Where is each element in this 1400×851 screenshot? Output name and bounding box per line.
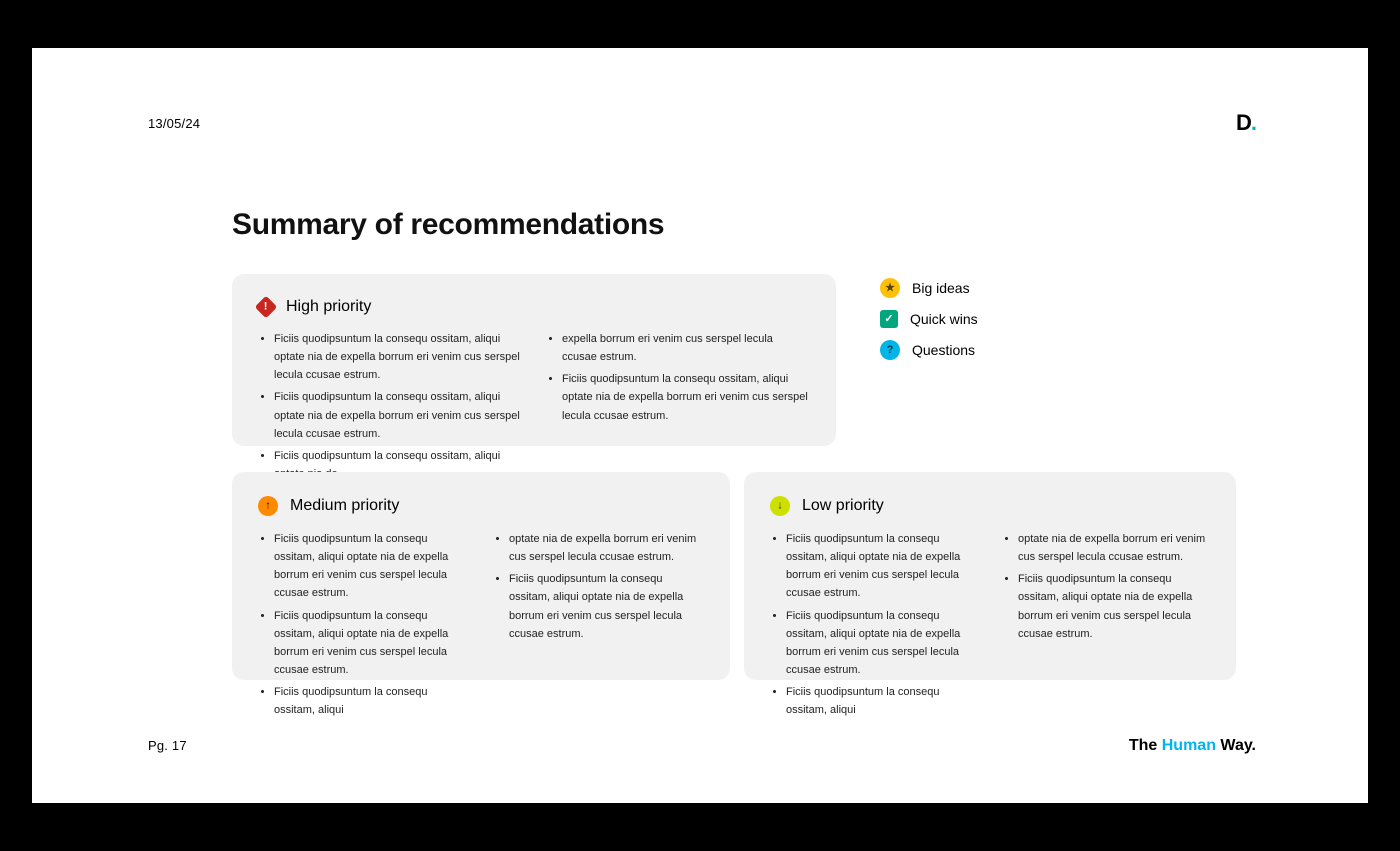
- list-item: Ficiis quodipsuntum la consequ ossitam, …: [274, 530, 469, 603]
- list-item: Ficiis quodipsuntum la consequ ossitam, …: [509, 570, 704, 643]
- check-icon: ✓: [880, 310, 898, 328]
- list-item: Ficiis quodipsuntum la consequ ossitam, …: [274, 330, 522, 384]
- card-medium-priority: ↑ Medium priority Ficiis quodipsuntum la…: [232, 472, 730, 680]
- card-medium-list-2: optate nia de expella borrum eri venim c…: [493, 530, 704, 643]
- card-low-list-1: Ficiis quodipsuntum la consequ ossitam, …: [770, 530, 978, 719]
- legend-quick-wins-label: Quick wins: [910, 311, 978, 327]
- legend-big-ideas-label: Big ideas: [912, 280, 970, 296]
- tagline-accent: Human: [1162, 737, 1216, 754]
- tagline-post: Way.: [1216, 737, 1256, 754]
- legend-big-ideas: ★ Big ideas: [880, 278, 978, 298]
- card-low-priority: ↓ Low priority Ficiis quodipsuntum la co…: [744, 472, 1236, 680]
- card-high-label: High priority: [286, 298, 371, 316]
- card-medium-header: ↑ Medium priority: [258, 496, 704, 516]
- logo-letter: D: [1236, 110, 1251, 135]
- list-item: optate nia de expella borrum eri venim c…: [1018, 530, 1210, 566]
- card-medium-label: Medium priority: [290, 497, 399, 515]
- arrow-down-icon: ↓: [770, 496, 790, 516]
- card-low-list-2: optate nia de expella borrum eri venim c…: [1002, 530, 1210, 643]
- card-medium-list-1: Ficiis quodipsuntum la consequ ossitam, …: [258, 530, 469, 719]
- card-low-label: Low priority: [802, 497, 884, 515]
- star-icon: ★: [880, 278, 900, 298]
- list-item: Ficiis quodipsuntum la consequ ossitam, …: [562, 370, 810, 424]
- logo-dot: .: [1251, 110, 1256, 135]
- page-title: Summary of recommendations: [232, 208, 664, 242]
- arrow-up-icon: ↑: [258, 496, 278, 516]
- card-high-header: ! High priority: [258, 298, 810, 316]
- list-item: Ficiis quodipsuntum la consequ ossitam, …: [786, 607, 978, 680]
- legend-quick-wins: ✓ Quick wins: [880, 310, 978, 328]
- card-high-list-1: Ficiis quodipsuntum la consequ ossitam, …: [258, 330, 522, 483]
- list-item: Ficiis quodipsuntum la consequ ossitam, …: [1018, 570, 1210, 643]
- list-item: Ficiis quodipsuntum la consequ ossitam, …: [274, 388, 522, 442]
- list-item: Ficiis quodipsuntum la consequ ossitam, …: [786, 683, 978, 719]
- slide-date: 13/05/24: [148, 116, 200, 131]
- question-icon: ?: [880, 340, 900, 360]
- list-item: expella borrum eri venim cus serspel lec…: [562, 330, 810, 366]
- brand-logo: D.: [1236, 110, 1256, 136]
- card-high-list-2: expella borrum eri venim cus serspel lec…: [546, 330, 810, 425]
- legend-questions-label: Questions: [912, 342, 975, 358]
- slide: 13/05/24 D. Summary of recommendations !…: [32, 48, 1368, 803]
- tagline-pre: The: [1129, 737, 1162, 754]
- alert-icon: !: [255, 296, 278, 319]
- list-item: Ficiis quodipsuntum la consequ ossitam, …: [274, 683, 469, 719]
- page-number: Pg. 17: [148, 738, 187, 753]
- legend-questions: ? Questions: [880, 340, 978, 360]
- list-item: Ficiis quodipsuntum la consequ ossitam, …: [786, 530, 978, 603]
- card-high-priority: ! High priority Ficiis quodipsuntum la c…: [232, 274, 836, 446]
- list-item: Ficiis quodipsuntum la consequ ossitam, …: [274, 607, 469, 680]
- card-low-header: ↓ Low priority: [770, 496, 1210, 516]
- list-item: optate nia de expella borrum eri venim c…: [509, 530, 704, 566]
- tagline: The Human Way.: [1129, 737, 1256, 755]
- legend: ★ Big ideas ✓ Quick wins ? Questions: [880, 278, 978, 360]
